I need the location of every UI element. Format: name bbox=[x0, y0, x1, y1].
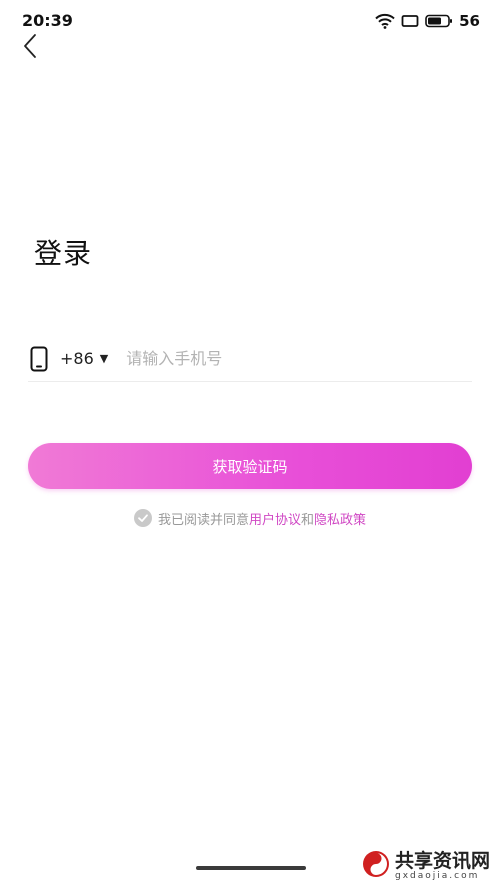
caret-down-icon[interactable]: ▼ bbox=[100, 352, 108, 365]
status-bar: 20:39 56 bbox=[0, 0, 500, 40]
status-time: 20:39 bbox=[22, 11, 73, 30]
page-title: 登录 bbox=[34, 237, 93, 270]
user-agreement-link[interactable]: 用户协议 bbox=[249, 509, 301, 528]
get-verification-code-button[interactable]: 获取验证码 bbox=[28, 443, 472, 489]
agreement-row: 我已阅读并同意 用户协议 和 隐私政策 bbox=[0, 508, 500, 528]
check-circle-icon[interactable] bbox=[133, 509, 152, 527]
wifi-icon bbox=[375, 13, 395, 29]
agreement-and: 和 bbox=[301, 512, 315, 528]
watermark-logo-icon bbox=[361, 849, 391, 883]
watermark-subtext: gxdaojia.com bbox=[394, 870, 480, 881]
watermark-text: 共享资讯网 bbox=[394, 849, 490, 872]
home-indicator[interactable] bbox=[196, 866, 306, 870]
phone-field-row: +86 ▼ bbox=[28, 336, 472, 382]
screen-rotate-icon bbox=[401, 14, 419, 28]
privacy-policy-link[interactable]: 隐私政策 bbox=[314, 509, 366, 528]
phone-icon bbox=[28, 346, 50, 372]
country-code-selector[interactable]: +86 bbox=[60, 349, 94, 368]
status-icons: 56 bbox=[375, 11, 480, 31]
battery-level: 56 bbox=[459, 12, 480, 30]
agreement-prefix: 我已阅读并同意 bbox=[157, 512, 249, 528]
chevron-left-icon bbox=[22, 33, 38, 63]
watermark: 共享资讯网 gxdaojia.com bbox=[361, 849, 490, 883]
battery-icon bbox=[425, 14, 453, 28]
back-button[interactable] bbox=[16, 34, 44, 62]
phone-number-input[interactable] bbox=[126, 349, 427, 368]
